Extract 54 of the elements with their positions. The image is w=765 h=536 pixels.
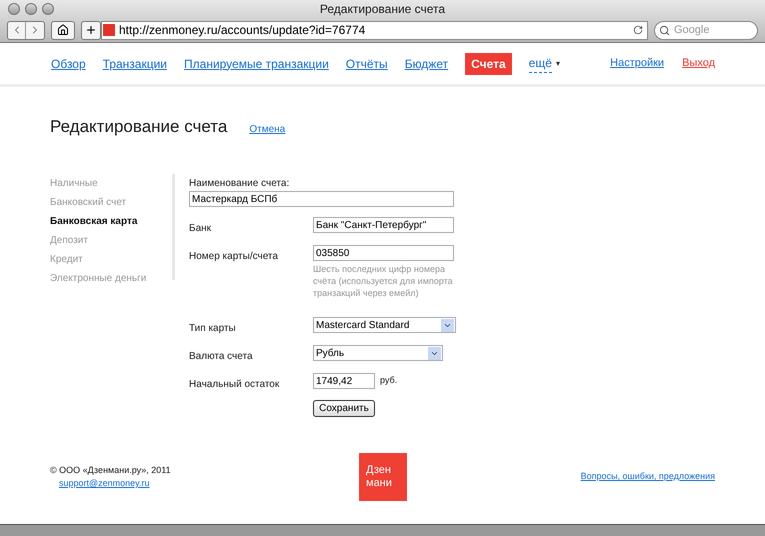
window-control-icon[interactable] [25,3,37,15]
nav-tab[interactable]: Планируемые транзакции [184,54,329,72]
search-icon [659,24,670,36]
home-button[interactable] [51,20,75,40]
dropdown[interactable]: Mastercard Standard [313,317,456,333]
plus-icon [85,24,97,36]
account-type-item[interactable]: Наличные [50,177,172,191]
window-title: Редактирование счета [320,1,446,18]
account-name-field[interactable]: Мастеркард БСПб [189,191,454,207]
reload-icon[interactable] [633,25,643,35]
chevron-down-icon [428,346,441,360]
site-icon [103,24,115,36]
field-label: Валюта счета [189,350,254,364]
field-label: Номер карты/счета [189,250,279,264]
chevron-down-icon [441,318,454,332]
feedback-link[interactable]: Вопросы, ошибки, предложения [580,470,715,484]
nav-tab[interactable]: Счета [465,52,512,74]
amount-field[interactable]: 1749,42 [313,373,375,389]
field-label: Тип карты [189,322,237,336]
account-type-item[interactable]: Кредит [50,253,172,267]
field-label: Банк [189,222,212,236]
nav-tab[interactable]: Транзакции [102,54,168,72]
support-email-link[interactable]: support@zenmoney.ru [59,477,330,490]
text-field[interactable]: Банк "Санкт-Петербург" [313,217,454,233]
account-type-item[interactable]: Электронные деньги [50,272,172,286]
settings-link[interactable]: Настройки [610,55,664,72]
window-control-icon[interactable] [8,3,20,15]
address-bar[interactable]: http://zenmoney.ru/accounts/update?id=76774 [101,20,648,40]
home-icon [57,24,69,36]
field-label: Начальный остаток [189,378,280,392]
field-hint: Шесть последних цифр номера счёта (используется для импорта транзакций через емейл) [313,263,454,299]
logout-link[interactable]: Выход [682,55,715,72]
search-placeholder: Google [674,22,710,38]
cancel-link[interactable]: Отмена [249,122,286,137]
dropdown[interactable]: Рубль [313,345,443,361]
more-menu[interactable]: ещё [528,54,552,73]
page-title: Редактирование счета [50,116,228,138]
nav-tab[interactable]: Отчёты [346,54,388,72]
currency-unit: руб. [380,374,398,388]
logo: Дзен мани [359,453,407,501]
nav-tab[interactable]: Обзор [51,54,86,72]
window-control-icon[interactable] [42,3,54,15]
account-type-item[interactable]: Банковский счет [50,196,172,210]
save-button[interactable]: Сохранить [313,400,375,417]
field-label: Наименование счета: [189,177,290,191]
nav-tab[interactable]: Бюджет [404,54,448,72]
search-field[interactable]: Google [654,20,758,40]
caret-icon: ▾ [556,58,560,70]
account-type-item[interactable]: Банковская карта [50,215,172,229]
account-type-item[interactable]: Депозит [50,234,172,248]
url-text: http://zenmoney.ru/accounts/update?id=76774 [119,22,366,39]
add-bookmark-button[interactable] [81,20,101,40]
text-field[interactable]: 035850 [313,245,454,261]
copyright-text: © ООО «Дзенмани.ру», 2011 [50,464,172,477]
